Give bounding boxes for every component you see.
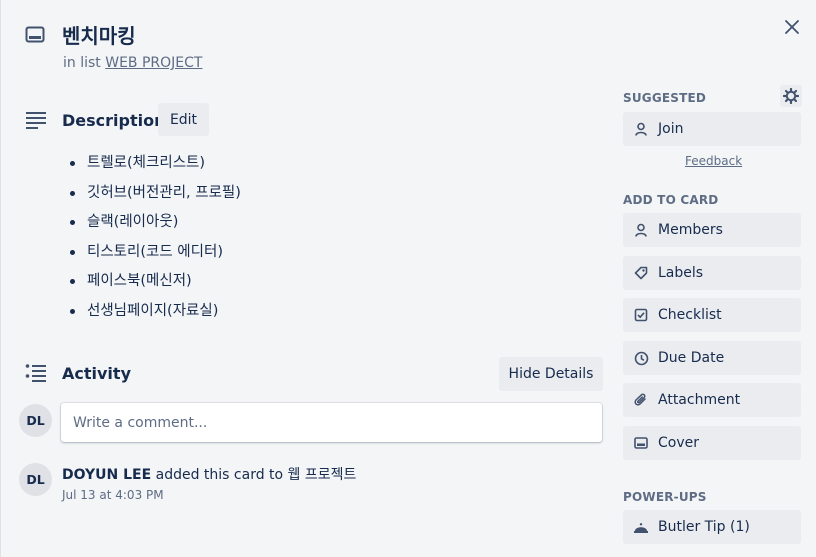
description-icon <box>26 112 46 129</box>
close-button[interactable] <box>779 14 805 40</box>
description-list: 트렐로(체크리스트) 깃허브(버전관리, 프로필) 슬랙(레이아웃) 티스토리(… <box>69 152 241 330</box>
butler-tip-label: Butler Tip (1) <box>658 519 750 535</box>
activity-entry: DOYUN LEE added this card to 웹 프로젝트 <box>62 464 356 484</box>
edit-description-button[interactable]: Edit <box>158 103 209 136</box>
person-icon <box>633 222 649 238</box>
checklist-label: Checklist <box>658 307 722 323</box>
gear-icon <box>783 88 799 104</box>
comment-input[interactable] <box>61 403 602 442</box>
description-item: 선생님페이지(자료실) <box>69 300 241 330</box>
labels-label: Labels <box>658 265 704 281</box>
description-item: 페이스북(메신저) <box>69 270 241 300</box>
members-button[interactable]: Members <box>623 213 801 247</box>
activity-action: added this card to 웹 프로젝트 <box>151 467 357 483</box>
checklist-button[interactable]: Checklist <box>623 298 801 332</box>
hide-details-button[interactable]: Hide Details <box>499 357 603 391</box>
attachment-label: Attachment <box>658 392 741 408</box>
activity-author[interactable]: DOYUN LEE <box>62 467 151 483</box>
add-to-card-heading: ADD TO CARD <box>623 193 719 207</box>
activity-icon <box>25 364 46 382</box>
description-title: Description <box>62 111 166 130</box>
cover-icon <box>633 435 649 451</box>
join-label: Join <box>658 121 684 137</box>
card-title[interactable]: 벤치마킹 <box>62 20 136 49</box>
current-user-avatar[interactable]: DL <box>19 404 52 437</box>
butler-tip-button[interactable]: Butler Tip (1) <box>623 510 801 544</box>
description-item: 슬랙(레이아웃) <box>69 211 241 241</box>
cover-button[interactable]: Cover <box>623 426 801 460</box>
person-icon <box>633 121 649 137</box>
power-ups-heading: POWER-UPS <box>623 490 707 504</box>
due-date-label: Due Date <box>658 350 725 366</box>
members-label: Members <box>658 222 723 238</box>
list-name-link[interactable]: WEB PROJECT <box>105 55 202 71</box>
in-list-prefix: in list <box>63 55 101 71</box>
cover-label: Cover <box>658 435 699 451</box>
close-icon <box>785 20 799 34</box>
butler-bell-icon <box>633 519 649 535</box>
checkbox-icon <box>633 307 649 323</box>
due-date-button[interactable]: Due Date <box>623 341 801 375</box>
suggested-heading: SUGGESTED <box>623 91 707 105</box>
suggested-settings-button[interactable] <box>780 85 802 107</box>
paperclip-icon <box>633 392 649 408</box>
labels-button[interactable]: Labels <box>623 256 801 290</box>
description-item: 깃허브(버전관리, 프로필) <box>69 182 241 212</box>
card-detail-modal: 벤치마킹 in list WEB PROJECT Description Edi… <box>0 0 816 557</box>
join-button[interactable]: Join <box>623 112 801 146</box>
clock-icon <box>633 350 649 366</box>
feedback-link[interactable]: Feedback <box>685 154 742 168</box>
attachment-button[interactable]: Attachment <box>623 383 801 417</box>
activity-avatar[interactable]: DL <box>19 463 52 496</box>
card-icon <box>25 26 45 43</box>
description-item: 트렐로(체크리스트) <box>69 152 241 182</box>
activity-title: Activity <box>62 364 131 383</box>
activity-timestamp[interactable]: Jul 13 at 4:03 PM <box>62 488 164 502</box>
in-list-text: in list WEB PROJECT <box>63 55 202 71</box>
description-item: 티스토리(코드 에디터) <box>69 241 241 271</box>
tag-icon <box>633 265 649 281</box>
